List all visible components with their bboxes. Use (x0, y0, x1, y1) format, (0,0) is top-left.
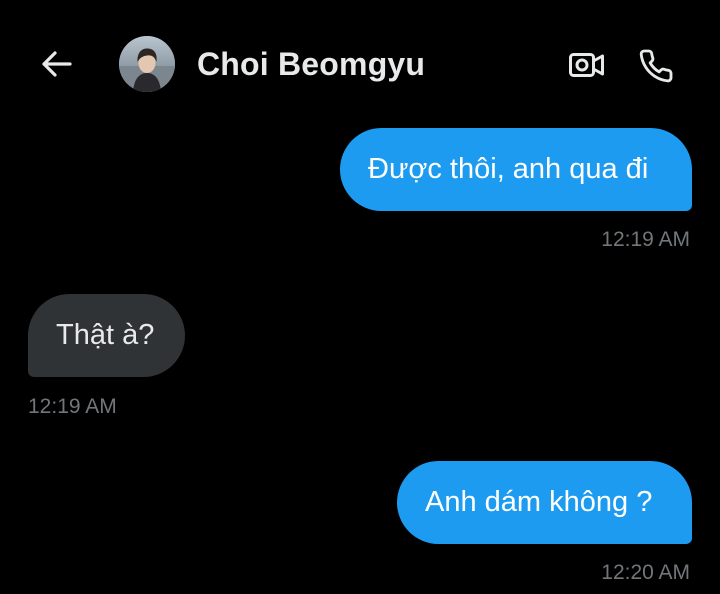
message-text: Thật à? (56, 319, 155, 351)
voice-call-button[interactable] (634, 44, 678, 88)
message-timestamp: 12:19 AM (601, 228, 690, 251)
profile-photo (119, 36, 175, 92)
video-camera-icon (569, 53, 604, 77)
conversation-header: Choi Beomgyu (0, 0, 720, 130)
avatar[interactable] (119, 36, 175, 92)
contact-name[interactable]: Choi Beomgyu (197, 46, 425, 83)
message-timestamp: 12:19 AM (28, 395, 117, 418)
video-call-button[interactable] (566, 44, 608, 86)
back-button[interactable] (36, 44, 76, 84)
message-bubble-sent[interactable]: Anh dám không ? (397, 461, 692, 544)
message-bubble-sent[interactable]: Được thôi, anh qua đi (340, 128, 692, 211)
phone-icon (639, 49, 673, 83)
message-text: Được thôi, anh qua đi (368, 153, 649, 185)
arrow-left-icon (42, 51, 72, 77)
message-bubble-received[interactable]: Thật à? (28, 294, 185, 377)
message-timestamp: 12:20 AM (601, 561, 690, 584)
message-text: Anh dám không ? (425, 486, 653, 518)
